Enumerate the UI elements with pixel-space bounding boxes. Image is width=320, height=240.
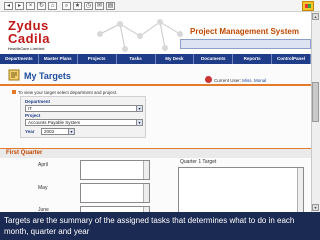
department-select[interactable]: IT ▾ [25, 105, 143, 112]
search-icon[interactable]: ⌕ [62, 2, 71, 10]
main-content: My Targets Current User: Miss. Monal To … [0, 64, 311, 215]
hint-text: To view your target select department an… [18, 90, 118, 95]
nav-item-reports[interactable]: Reports [233, 54, 273, 64]
forward-icon[interactable]: ▸ [15, 2, 24, 10]
section-title: First Quarter [6, 150, 43, 156]
print-icon[interactable]: ▤ [106, 2, 115, 10]
april-target-input[interactable] [80, 160, 150, 180]
app-header: Zydus Cadila HealthCare Limited Project … [0, 12, 311, 54]
home-icon[interactable]: ⌂ [48, 2, 57, 10]
caption-text: Targets are the summary of the assigned … [4, 216, 295, 236]
nav-item-projects[interactable]: Projects [78, 54, 117, 64]
may-target-input[interactable] [80, 183, 150, 203]
month-label-may: May [38, 185, 48, 191]
molecule-graphic [97, 19, 183, 52]
scroll-thumb[interactable] [312, 82, 319, 122]
refresh-icon[interactable]: ↻ [37, 2, 46, 10]
scroll-down-icon[interactable]: ▾ [312, 204, 319, 211]
project-select[interactable]: Accounts Payable System ▾ [25, 119, 143, 126]
nav-item-tasks[interactable]: Tasks [117, 54, 156, 64]
hint-bullet-icon [12, 90, 16, 94]
page-title: My Targets [24, 71, 71, 81]
nav-item-master-plans[interactable]: Master Plans [39, 54, 78, 64]
project-label: Project [25, 113, 41, 118]
nav-item-controlpanel[interactable]: ControlPanel [272, 54, 311, 64]
current-user: Current User: Miss. Monal [214, 78, 266, 83]
stop-icon[interactable]: × [26, 2, 35, 10]
mail-icon[interactable]: ✉ [95, 2, 104, 10]
system-title: Project Management System [190, 27, 299, 36]
nav-item-departments[interactable]: Departments [0, 54, 39, 64]
user-icon [205, 76, 212, 83]
favorites-icon[interactable]: ★ [73, 2, 82, 10]
scrollbar[interactable] [143, 184, 149, 202]
nav-item-documents[interactable]: Documents [194, 54, 234, 64]
logo-subtitle: HealthCare Limited [8, 46, 45, 51]
year-select[interactable]: 2003 ▾ [41, 128, 75, 135]
page-scrollbar[interactable]: ▴ ▾ [311, 12, 320, 212]
current-user-label: Current User: [214, 78, 242, 83]
scrollbar[interactable] [297, 168, 303, 214]
main-nav: Departments Master Plans Projects Tasks … [0, 54, 311, 64]
target-icon [8, 69, 20, 81]
project-value: Accounts Payable System [28, 120, 81, 125]
department-label: Department [25, 99, 51, 104]
month-label-april: April [38, 162, 49, 168]
scroll-up-icon[interactable]: ▴ [312, 13, 319, 20]
nav-item-my-desk[interactable]: My Desk [156, 54, 195, 64]
history-icon[interactable]: ◷ [84, 2, 93, 10]
caption-banner: Targets are the summary of the assigned … [0, 212, 320, 240]
quarter-target-input[interactable] [178, 167, 304, 215]
back-icon[interactable]: ◂ [4, 2, 13, 10]
windows-logo-icon [302, 1, 314, 11]
department-value: IT [28, 106, 32, 111]
section-bar [0, 148, 311, 158]
scrollbar[interactable] [143, 161, 149, 179]
logo-line-2: Cadila [8, 31, 51, 46]
browser-toolbar: ◂ ▸ × ↻ ⌂ ⌕ ★ ◷ ✉ ▤ [0, 0, 320, 12]
header-bar [180, 39, 311, 49]
chevron-down-icon: ▾ [136, 106, 142, 111]
current-user-name: Miss. Monal [242, 78, 267, 83]
chevron-down-icon: ▾ [136, 120, 142, 125]
filter-form: Department IT ▾ Project Accounts Payable… [20, 96, 146, 138]
year-value: 2003 [44, 129, 55, 134]
chevron-down-icon: ▾ [68, 129, 74, 134]
quarter-target-label: Quarter 1 Target [180, 159, 217, 165]
year-label: Year [25, 129, 35, 134]
